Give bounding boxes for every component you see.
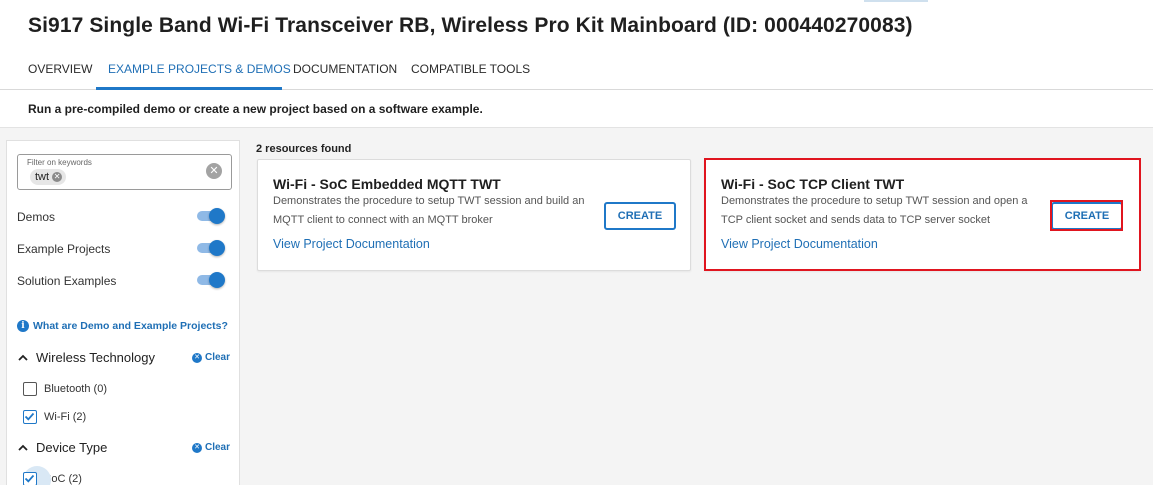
chevron-up-icon[interactable] — [17, 442, 29, 454]
checkbox-label: Bluetooth (0) — [44, 383, 107, 395]
clear-label: Clear — [205, 352, 231, 363]
toggle-solution-examples[interactable]: Solution Examples — [17, 271, 227, 291]
tab-documentation[interactable]: DOCUMENTATION — [293, 62, 397, 76]
highlight-create-box — [1050, 200, 1123, 231]
page-header: Si917 Single Band Wi-Fi Transceiver RB, … — [0, 0, 1153, 90]
create-button[interactable]: CREATE — [604, 202, 676, 230]
checkbox[interactable] — [23, 410, 37, 424]
info-icon: i — [17, 320, 29, 332]
chip-remove-icon[interactable]: ✕ — [52, 172, 63, 182]
section-title: Device Type — [36, 440, 108, 455]
content-area: Filter on keywords twt ✕ ✕ Demos Example… — [0, 128, 1153, 485]
section-wireless-technology[interactable]: Wireless Technology ✕ Clear — [17, 349, 231, 369]
checkbox[interactable] — [23, 472, 37, 485]
tab-example-projects-demos[interactable]: EXAMPLE PROJECTS & DEMOS — [108, 62, 291, 76]
tab-overview[interactable]: OVERVIEW — [28, 62, 92, 76]
toggle-demos[interactable]: Demos — [17, 207, 227, 227]
tab-bar: OVERVIEW EXAMPLE PROJECTS & DEMOS DOCUME… — [0, 52, 1153, 90]
help-link[interactable]: i What are Demo and Example Projects? — [17, 320, 228, 332]
help-link-label: What are Demo and Example Projects? — [33, 320, 228, 332]
card-desc-line: MQTT client to connect with an MQTT brok… — [273, 214, 493, 226]
section-device-type[interactable]: Device Type ✕ Clear — [17, 439, 231, 459]
project-card-mqtt-twt: Wi-Fi - SoC Embedded MQTT TWT Demonstrat… — [257, 159, 691, 271]
checkbox-soc[interactable]: SoC (2) — [23, 470, 82, 485]
keyword-chip-label: twt — [35, 171, 50, 183]
card-description: Demonstrates the procedure to setup TWT … — [273, 192, 603, 230]
toggle-label: Demos — [17, 210, 56, 224]
checkbox[interactable] — [23, 382, 37, 396]
tab-compatible-tools[interactable]: COMPATIBLE TOOLS — [411, 62, 530, 76]
page-title: Si917 Single Band Wi-Fi Transceiver RB, … — [28, 14, 913, 37]
results-count: 2 resources found — [256, 143, 352, 155]
section-title: Wireless Technology — [36, 350, 155, 365]
check-icon — [24, 412, 35, 421]
toggle-switch[interactable] — [197, 240, 225, 256]
toggle-label: Example Projects — [17, 242, 111, 256]
checkbox-label: Wi-Fi (2) — [44, 411, 87, 423]
top-accent-bar — [864, 0, 928, 2]
checkbox-wifi[interactable]: Wi-Fi (2) — [23, 408, 86, 426]
view-documentation-link[interactable]: View Project Documentation — [273, 237, 430, 251]
clear-wireless-technology[interactable]: ✕ Clear — [192, 352, 230, 363]
toggle-label: Solution Examples — [17, 274, 117, 288]
toggle-switch[interactable] — [197, 272, 225, 288]
chevron-up-icon[interactable] — [17, 352, 29, 364]
intro-bar: Run a pre-compiled demo or create a new … — [0, 90, 1153, 128]
keyword-chip: twt ✕ — [30, 169, 67, 185]
close-circle-icon: ✕ — [192, 352, 202, 363]
card-title: Wi-Fi - SoC Embedded MQTT TWT — [273, 176, 501, 192]
filter-sidebar: Filter on keywords twt ✕ ✕ Demos Example… — [6, 140, 240, 485]
check-icon — [24, 474, 35, 483]
clear-filter-icon[interactable]: ✕ — [206, 163, 222, 179]
checkbox-bluetooth[interactable]: Bluetooth (0) — [23, 380, 107, 398]
card-desc-line: Demonstrates the procedure to setup TWT … — [273, 195, 585, 207]
toggle-example-projects[interactable]: Example Projects — [17, 239, 227, 259]
clear-label: Clear — [205, 442, 231, 453]
close-circle-icon: ✕ — [192, 442, 202, 453]
toggle-switch[interactable] — [197, 208, 225, 224]
clear-device-type[interactable]: ✕ Clear — [192, 442, 230, 453]
filter-label: Filter on keywords — [27, 158, 92, 167]
intro-text: Run a pre-compiled demo or create a new … — [28, 102, 483, 116]
keyword-filter-input[interactable]: Filter on keywords twt ✕ ✕ — [17, 154, 232, 190]
